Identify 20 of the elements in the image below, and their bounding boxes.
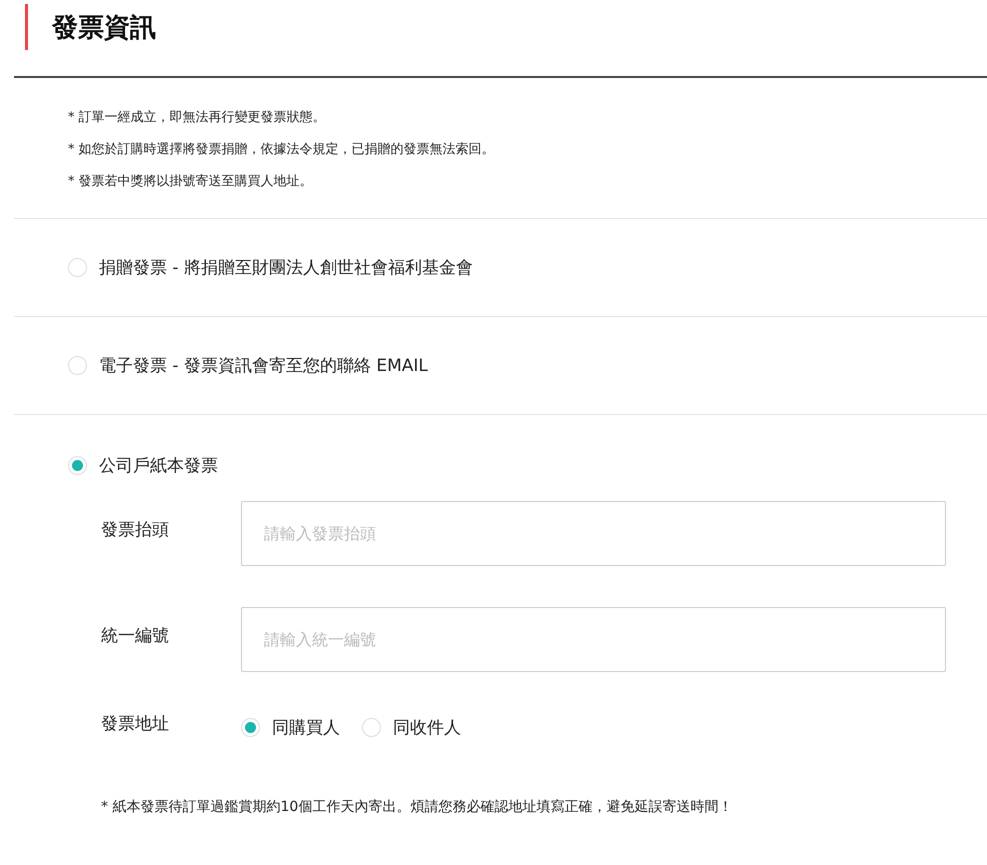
option-label[interactable]: 公司戶紙本發票 [99, 454, 218, 476]
radio-button[interactable] [68, 456, 87, 474]
input-field[interactable]: 請輸入發票抬頭 [241, 501, 946, 566]
note-text: * 紙本發票待訂單過鑑賞期約10個工作天內寄出。煩請您務必確認地址填寫正確，避免延誤寄送時間！ [100, 798, 734, 816]
field-label: 發票抬頭 [101, 519, 170, 541]
note-text: * 發票若中獎將以掛號寄送至購買人地址。 [68, 173, 314, 191]
note-text: * 訂單一經成立，即無法再行變更發票狀態。 [68, 109, 327, 127]
option-label[interactable]: 同購買人 [272, 716, 340, 739]
field-label: 統一編號 [101, 625, 170, 647]
radio-button[interactable] [241, 718, 260, 737]
field-label: 發票地址 [101, 713, 170, 735]
note-text: * 如您於訂購時選擇將發票捐贈，依據法令規定，已捐贈的發票無法索回。 [68, 141, 496, 159]
radio-button[interactable] [362, 718, 381, 737]
option-label[interactable]: 同收件人 [393, 716, 461, 739]
radio-button[interactable] [68, 258, 87, 277]
input-field[interactable]: 請輸入統一編號 [241, 607, 946, 672]
section-title: 發票資訊 [52, 12, 156, 44]
option-label[interactable]: 電子發票 - 發票資訊會寄至您的聯絡 EMAIL [99, 354, 428, 377]
option-label[interactable]: 捐贈發票 - 將捐贈至財團法人創世社會福利基金會 [99, 256, 473, 279]
radio-button[interactable] [68, 356, 87, 375]
